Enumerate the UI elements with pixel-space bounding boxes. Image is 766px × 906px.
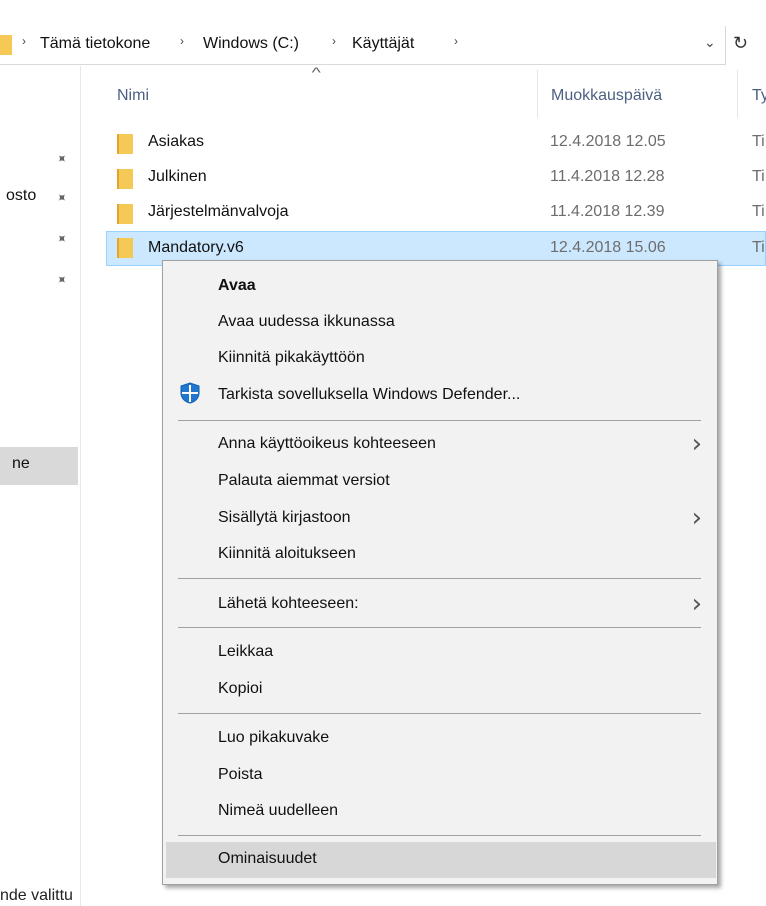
divider bbox=[0, 64, 726, 65]
status-selection: nde valittu bbox=[0, 887, 73, 904]
file-date: 12.4.2018 12.05 bbox=[550, 133, 666, 150]
sort-ascending-icon: ^ bbox=[311, 64, 321, 80]
menu-item-label: Kiinnitä pikakäyttöön bbox=[218, 349, 365, 366]
menu-item-rename[interactable]: Nimeä uudelleen bbox=[166, 794, 716, 828]
windows-defender-icon bbox=[180, 382, 200, 404]
address-bar[interactable]: › Tämä tietokone › Windows (C:) › Käyttä… bbox=[0, 26, 766, 65]
breadcrumb-this-pc[interactable]: Tämä tietokone bbox=[40, 35, 150, 53]
column-header-modified[interactable]: Muokkauspäivä bbox=[551, 87, 662, 105]
column-header-type[interactable]: Ty bbox=[752, 87, 766, 105]
breadcrumb-users[interactable]: Käyttäjät bbox=[352, 35, 414, 53]
menu-item-label: Palauta aiemmat versiot bbox=[218, 472, 390, 489]
pin-icon[interactable]: ✦ bbox=[52, 188, 71, 207]
file-type: Ti bbox=[752, 168, 765, 185]
menu-item-create-shortcut[interactable]: Luo pikakuvake bbox=[166, 721, 716, 755]
file-date: 11.4.2018 12.39 bbox=[550, 203, 665, 220]
file-type: Ti bbox=[752, 203, 765, 220]
nav-item-selected[interactable]: ne bbox=[0, 447, 78, 485]
menu-item-properties[interactable]: Ominaisuudet bbox=[166, 842, 716, 878]
menu-item-include-library[interactable]: Sisällytä kirjastoon › bbox=[166, 501, 716, 535]
breadcrumb-windows-c[interactable]: Windows (C:) bbox=[203, 35, 299, 53]
chevron-right-icon[interactable]: › bbox=[22, 34, 26, 48]
folder-icon bbox=[117, 169, 133, 189]
chevron-right-icon: › bbox=[691, 589, 702, 619]
file-type: Ti bbox=[752, 239, 765, 256]
pin-icon[interactable]: ✦ bbox=[52, 270, 71, 289]
menu-item-label: Sisällytä kirjastoon bbox=[218, 509, 351, 526]
menu-item-label: Nimeä uudelleen bbox=[218, 802, 339, 819]
menu-item-label: Anna käyttöoikeus kohteeseen bbox=[218, 435, 436, 452]
menu-item-label: Avaa uudessa ikkunassa bbox=[218, 313, 395, 330]
menu-item-label: Poista bbox=[218, 766, 263, 783]
pin-icon[interactable]: ✦ bbox=[52, 229, 71, 248]
menu-item-give-access[interactable]: Anna käyttöoikeus kohteeseen › bbox=[166, 427, 716, 461]
navigation-pane[interactable]: ✦ osto ✦ ✦ ✦ ne nde valittu bbox=[0, 66, 81, 906]
menu-item-pin-start[interactable]: Kiinnitä aloitukseen bbox=[166, 537, 716, 571]
context-menu: Avaa Avaa uudessa ikkunassa Kiinnitä pik… bbox=[162, 260, 718, 885]
menu-separator bbox=[178, 578, 701, 579]
column-header-name[interactable]: Nimi bbox=[117, 87, 149, 105]
folder-icon bbox=[117, 204, 133, 224]
divider bbox=[725, 26, 726, 65]
file-row[interactable]: Julkinen 11.4.2018 12.28 Ti bbox=[106, 164, 766, 193]
menu-item-open[interactable]: Avaa bbox=[166, 269, 716, 303]
menu-item-copy[interactable]: Kopioi bbox=[166, 672, 716, 706]
file-date: 12.4.2018 15.06 bbox=[550, 239, 666, 256]
pin-icon[interactable]: ✦ bbox=[52, 149, 71, 168]
chevron-right-icon[interactable]: › bbox=[180, 34, 184, 48]
menu-item-label: Kopioi bbox=[218, 680, 263, 697]
menu-item-label: Lähetä kohteeseen: bbox=[218, 595, 359, 612]
menu-item-label: Luo pikakuvake bbox=[218, 729, 330, 746]
file-name: Mandatory.v6 bbox=[148, 239, 244, 256]
file-name: Julkinen bbox=[148, 168, 207, 185]
menu-item-label: Avaa bbox=[218, 277, 256, 294]
folder-icon bbox=[0, 35, 12, 55]
menu-item-restore-versions[interactable]: Palauta aiemmat versiot bbox=[166, 464, 716, 498]
menu-item-scan-defender[interactable]: Tarkista sovelluksella Windows Defender.… bbox=[166, 378, 716, 412]
menu-item-label: Ominaisuudet bbox=[218, 850, 317, 867]
file-name: Järjestelmänvalvoja bbox=[148, 203, 289, 220]
chevron-down-icon[interactable]: ⌄ bbox=[704, 34, 716, 51]
file-date: 11.4.2018 12.28 bbox=[550, 168, 665, 185]
menu-item-cut[interactable]: Leikkaa bbox=[166, 635, 716, 669]
menu-separator bbox=[178, 835, 701, 836]
refresh-icon[interactable]: ↻ bbox=[733, 33, 748, 54]
menu-item-delete[interactable]: Poista bbox=[166, 758, 716, 792]
folder-icon bbox=[117, 238, 133, 258]
menu-separator bbox=[178, 627, 701, 628]
nav-item-label: ne bbox=[12, 455, 30, 472]
file-type: Ti bbox=[752, 133, 765, 150]
folder-icon bbox=[117, 134, 133, 154]
menu-separator bbox=[178, 713, 701, 714]
column-divider[interactable] bbox=[537, 70, 538, 118]
column-divider[interactable] bbox=[737, 70, 738, 118]
file-row[interactable]: Järjestelmänvalvoja 11.4.2018 12.39 Ti bbox=[106, 199, 766, 228]
menu-separator bbox=[178, 420, 701, 421]
chevron-right-icon[interactable]: › bbox=[454, 34, 458, 48]
chevron-right-icon[interactable]: › bbox=[332, 34, 336, 48]
menu-item-pin-quick-access[interactable]: Kiinnitä pikakäyttöön bbox=[166, 341, 716, 375]
menu-item-open-new-window[interactable]: Avaa uudessa ikkunassa bbox=[166, 305, 716, 339]
menu-item-label: Kiinnitä aloitukseen bbox=[218, 545, 356, 562]
nav-item[interactable]: osto bbox=[6, 187, 36, 205]
menu-item-label: Leikkaa bbox=[218, 643, 274, 660]
menu-item-label: Tarkista sovelluksella Windows Defender.… bbox=[218, 386, 521, 403]
file-row[interactable]: Asiakas 12.4.2018 12.05 Ti bbox=[106, 129, 766, 158]
menu-item-send-to[interactable]: Lähetä kohteeseen: › bbox=[166, 587, 716, 621]
chevron-right-icon: › bbox=[691, 503, 702, 533]
chevron-right-icon: › bbox=[691, 429, 702, 459]
file-name: Asiakas bbox=[148, 133, 205, 150]
